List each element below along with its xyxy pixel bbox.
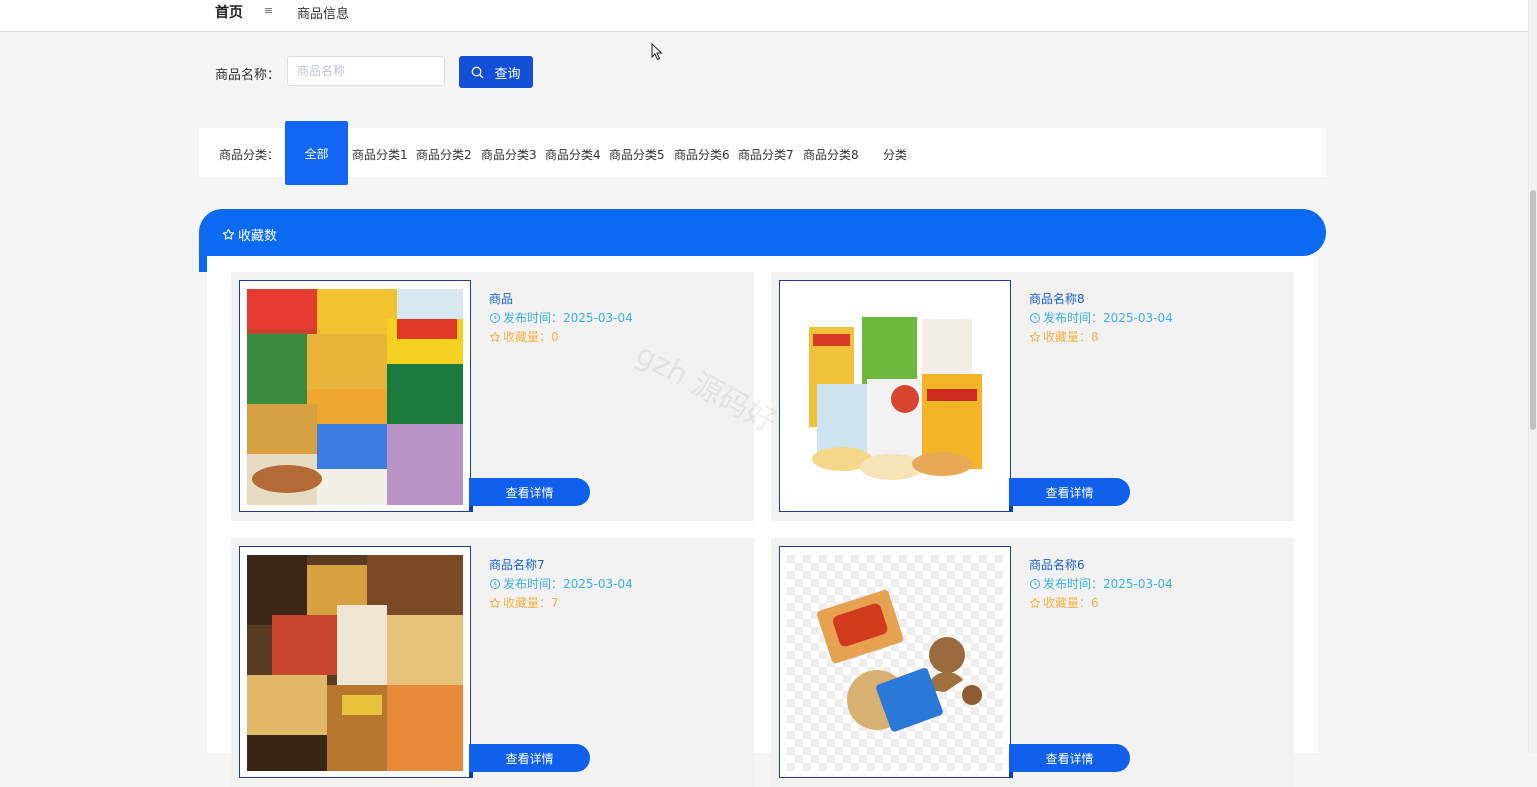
category-item-4[interactable]: 商品分类4	[545, 146, 601, 163]
star-icon	[489, 331, 501, 342]
view-details-button[interactable]: 查看详情	[469, 744, 590, 778]
publish-date: 发布时间：2025-03-04	[1029, 309, 1173, 326]
category-item-7[interactable]: 商品分类7	[738, 146, 794, 163]
product-name[interactable]: 商品名称8	[1029, 290, 1085, 307]
favorites-title-label: 收藏数	[238, 229, 278, 244]
category-all-tab[interactable]: 全部	[285, 121, 348, 185]
category-label: 商品分类：	[219, 148, 280, 162]
favorite-count-text: 收藏量：6	[1043, 596, 1099, 610]
publish-date-text: 发布时间：2025-03-04	[1043, 311, 1173, 325]
clock-icon	[1030, 312, 1040, 323]
star-icon	[489, 597, 501, 608]
product-name[interactable]: 商品名称7	[489, 556, 545, 573]
publish-date: 发布时间：2025-03-04	[489, 575, 633, 592]
favorites-section-header	[199, 209, 1326, 256]
product-image[interactable]	[239, 546, 471, 778]
favorite-count-text: 收藏量：7	[503, 596, 559, 610]
top-nav-bar: 首页 ≡ 商品信息	[0, 0, 1528, 32]
category-item-9[interactable]: 分类	[883, 146, 907, 163]
favorites-title: 收藏数	[222, 225, 277, 244]
search-icon	[472, 66, 484, 78]
view-details-label: 查看详情	[505, 751, 554, 766]
search-button[interactable]: 查询	[459, 56, 533, 88]
clock-icon	[1030, 578, 1040, 589]
search-button-label: 查询	[494, 66, 521, 82]
product-image[interactable]	[239, 280, 471, 512]
star-icon	[222, 228, 235, 240]
chocolate-snacks-image	[247, 555, 463, 771]
category-all-label: 全部	[304, 146, 329, 161]
favorite-count: 收藏量：6	[1029, 594, 1099, 611]
favorite-count: 收藏量：7	[489, 594, 559, 611]
clock-icon	[490, 578, 500, 589]
product-image[interactable]	[779, 546, 1011, 778]
product-card[interactable]: 商品 发布时间：2025-03-04 收藏量：0 查看详情	[231, 272, 754, 521]
favorite-count: 收藏量：8	[1029, 328, 1099, 345]
category-item-1[interactable]: 商品分类1	[352, 146, 408, 163]
product-name[interactable]: 商品名称6	[1029, 556, 1085, 573]
product-card[interactable]: 商品名称8 发布时间：2025-03-04 收藏量：8 查看详情	[771, 272, 1294, 521]
publish-date: 发布时间：2025-03-04	[489, 309, 633, 326]
publish-date-text: 发布时间：2025-03-04	[503, 311, 633, 325]
publish-date-text: 发布时间：2025-03-04	[503, 577, 633, 591]
star-icon	[1029, 597, 1041, 608]
product-card[interactable]: 商品名称6 发布时间：2025-03-04 收藏量：6 查看详情	[771, 538, 1294, 787]
biscuits-image	[787, 555, 1003, 771]
favorite-count: 收藏量：0	[489, 328, 559, 345]
product-name-search-input[interactable]	[287, 56, 445, 86]
star-icon	[1029, 331, 1041, 342]
category-item-3[interactable]: 商品分类3	[481, 146, 537, 163]
product-card[interactable]: 商品名称7 发布时间：2025-03-04 收藏量：7 查看详情	[231, 538, 754, 787]
favorite-count-text: 收藏量：0	[503, 330, 559, 344]
scrollbar-thumb[interactable]	[1530, 190, 1536, 430]
view-details-label: 查看详情	[505, 485, 554, 500]
mouse-cursor-icon	[651, 43, 663, 61]
view-details-button[interactable]: 查看详情	[469, 478, 590, 512]
view-details-button[interactable]: 查看详情	[1009, 478, 1130, 512]
snack-bags-image	[787, 289, 1003, 505]
category-item-5[interactable]: 商品分类5	[609, 146, 665, 163]
view-details-label: 查看详情	[1045, 751, 1094, 766]
snack-assortment-image	[247, 289, 463, 505]
category-item-8[interactable]: 商品分类8	[803, 146, 859, 163]
search-label: 商品名称：	[215, 68, 281, 83]
menu-icon[interactable]: ≡	[264, 4, 273, 17]
clock-icon	[490, 312, 500, 323]
product-image[interactable]	[779, 280, 1011, 512]
view-details-button[interactable]: 查看详情	[1009, 744, 1130, 778]
nav-breadcrumb-product-info[interactable]: 商品信息	[297, 3, 349, 22]
product-name[interactable]: 商品	[489, 290, 513, 307]
category-item-2[interactable]: 商品分类2	[416, 146, 472, 163]
nav-home-link[interactable]: 首页	[215, 2, 243, 22]
category-item-6[interactable]: 商品分类6	[674, 146, 730, 163]
publish-date-text: 发布时间：2025-03-04	[1043, 577, 1173, 591]
favorite-count-text: 收藏量：8	[1043, 330, 1099, 344]
view-details-label: 查看详情	[1045, 485, 1094, 500]
publish-date: 发布时间：2025-03-04	[1029, 575, 1173, 592]
